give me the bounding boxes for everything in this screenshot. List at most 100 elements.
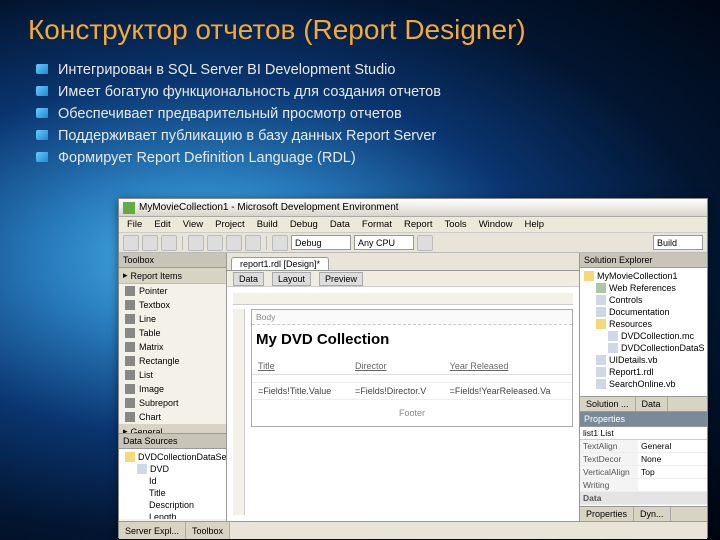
toolbar-button[interactable]: [188, 235, 204, 251]
properties-panel: Properties list1 List TextAlignGeneralTe…: [580, 411, 707, 521]
tree-node[interactable]: Report1.rdl: [582, 366, 705, 378]
menu-data[interactable]: Data: [324, 218, 356, 231]
tree-node[interactable]: MyMovieCollection1: [582, 270, 705, 282]
ruler-vertical: [233, 309, 245, 515]
menu-help[interactable]: Help: [518, 218, 550, 231]
bullet-item: Интегрирован в SQL Server BI Development…: [36, 60, 692, 81]
menu-edit[interactable]: Edit: [148, 218, 176, 231]
tab-server-explorer[interactable]: Server Expl...: [119, 522, 186, 539]
doc-tab[interactable]: report1.rdl [Design]*: [231, 257, 329, 270]
tree-node[interactable]: SearchOnline.vb: [582, 378, 705, 390]
report-table[interactable]: Title Director Year Released =Fields!Tit…: [252, 358, 572, 400]
menu-debug[interactable]: Debug: [284, 218, 324, 231]
toolbar-button[interactable]: [272, 235, 288, 251]
title-bar: MyMovieCollection1 - Microsoft Developme…: [119, 199, 707, 217]
ds-field[interactable]: Length: [121, 511, 224, 519]
toolbar-button[interactable]: [161, 235, 177, 251]
image-icon: [125, 384, 135, 394]
menu-project[interactable]: Project: [209, 218, 251, 231]
toolbox-table[interactable]: Table: [119, 326, 226, 340]
separator: [266, 236, 267, 250]
toolbox-rectangle[interactable]: Rectangle: [119, 354, 226, 368]
toolbox-chart[interactable]: Chart: [119, 410, 226, 424]
tab-data[interactable]: Data: [636, 397, 668, 411]
col-year[interactable]: Year Released: [444, 358, 572, 375]
file-icon: [596, 355, 606, 365]
toolbox-subreport[interactable]: Subreport: [119, 396, 226, 410]
property-row[interactable]: VerticalAlignTop: [580, 466, 707, 479]
expr-year[interactable]: =Fields!YearReleased.Va: [444, 383, 572, 400]
toolbox-line[interactable]: Line: [119, 312, 226, 326]
toolbox-list[interactable]: List: [119, 368, 226, 382]
table-icon: [137, 464, 147, 474]
property-row[interactable]: TextAlignGeneral: [580, 440, 707, 453]
chart-icon: [125, 412, 135, 422]
tree-node[interactable]: Documentation: [582, 306, 705, 318]
ds-table[interactable]: DVD: [121, 463, 224, 475]
slide-title: Конструктор отчетов (Report Designer): [28, 14, 692, 46]
view-data[interactable]: Data: [233, 272, 264, 286]
toolbar-button[interactable]: [123, 235, 139, 251]
col-title[interactable]: Title: [252, 358, 349, 375]
tree-node[interactable]: Web References: [582, 282, 705, 294]
toolbox-pointer[interactable]: Pointer: [119, 284, 226, 298]
separator: [182, 236, 183, 250]
menu-file[interactable]: File: [121, 218, 148, 231]
toolbox-category[interactable]: ▸Report Items: [119, 268, 226, 284]
footer-section[interactable]: Footer: [252, 400, 572, 426]
tree-node[interactable]: Controls: [582, 294, 705, 306]
expr-director[interactable]: =Fields!Director.V: [349, 383, 444, 400]
toolbox-textbox[interactable]: Textbox: [119, 298, 226, 312]
tree-node[interactable]: DVDCollection.mc: [582, 330, 705, 342]
tab-toolbox[interactable]: Toolbox: [186, 522, 230, 539]
toolbar-button[interactable]: [417, 235, 433, 251]
solution-header: Solution Explorer: [580, 253, 707, 268]
pointer-icon: [125, 286, 135, 296]
ds-field[interactable]: Title: [121, 487, 224, 499]
file-icon: [596, 295, 606, 305]
file-icon: [596, 307, 606, 317]
tree-node[interactable]: UIDetails.vb: [582, 354, 705, 366]
toolbar-button[interactable]: [142, 235, 158, 251]
menu-build[interactable]: Build: [251, 218, 284, 231]
title-en: (Report Designer): [303, 14, 526, 45]
property-target[interactable]: list1 List: [580, 427, 707, 440]
menu-view[interactable]: View: [177, 218, 209, 231]
design-canvas[interactable]: Body My DVD Collection Title Director Ye…: [227, 287, 579, 521]
tree-node[interactable]: Resources: [582, 318, 705, 330]
toolbar-button[interactable]: [207, 235, 223, 251]
tree-node[interactable]: DVDCollectionDataS: [582, 342, 705, 354]
bullet-item: Обеспечивает предварительный просмотр от…: [36, 104, 692, 125]
cpu-select[interactable]: Any CPU: [354, 235, 414, 250]
property-row[interactable]: Writing: [580, 479, 707, 492]
menu-report[interactable]: Report: [398, 218, 439, 231]
ds-field[interactable]: Description: [121, 499, 224, 511]
expr-title[interactable]: =Fields!Title.Value: [252, 383, 349, 400]
build-button[interactable]: Build: [653, 235, 703, 250]
toolbar-button[interactable]: [226, 235, 242, 251]
toolbox-image[interactable]: Image: [119, 382, 226, 396]
tab-dynamic[interactable]: Dyn...: [634, 507, 671, 521]
menu-tools[interactable]: Tools: [439, 218, 473, 231]
view-preview[interactable]: Preview: [319, 272, 363, 286]
toolbar: Debug Any CPU Build: [119, 233, 707, 253]
ds-field[interactable]: Id: [121, 475, 224, 487]
file-icon: [608, 331, 618, 341]
ruler-horizontal: [233, 293, 573, 305]
tab-solution[interactable]: Solution ...: [580, 397, 636, 411]
view-layout[interactable]: Layout: [272, 272, 311, 286]
bullet-item: Поддерживает публикацию в базу данных Re…: [36, 126, 692, 147]
tab-properties[interactable]: Properties: [580, 507, 634, 521]
report-page[interactable]: Body My DVD Collection Title Director Ye…: [251, 309, 573, 427]
menu-format[interactable]: Format: [356, 218, 398, 231]
toolbox-matrix[interactable]: Matrix: [119, 340, 226, 354]
menu-window[interactable]: Window: [473, 218, 519, 231]
app-icon: [123, 202, 135, 214]
rectangle-icon: [125, 356, 135, 366]
ds-root[interactable]: DVDCollectionDataSet: [121, 451, 224, 463]
report-title[interactable]: My DVD Collection: [252, 325, 572, 358]
property-row[interactable]: TextDecorNone: [580, 453, 707, 466]
config-select[interactable]: Debug: [291, 235, 351, 250]
col-director[interactable]: Director: [349, 358, 444, 375]
toolbar-button[interactable]: [245, 235, 261, 251]
